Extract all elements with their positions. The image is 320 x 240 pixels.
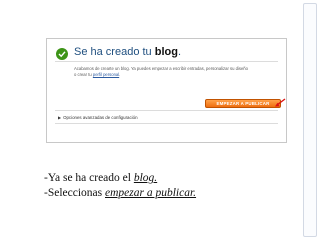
title-suffix: . — [177, 46, 182, 58]
start-publishing-button[interactable]: EMPEZAR A PUBLICAR — [205, 99, 281, 108]
title-prefix: Se ha creado tu — [74, 46, 155, 58]
check-icon — [56, 48, 68, 60]
profile-link[interactable]: perfil personal — [93, 72, 119, 77]
caption-1-text: -Ya se ha creado el — [44, 172, 134, 184]
description-prefix: o crear tu — [74, 71, 93, 77]
description-text: Acabamos de crearte un blog. Ya puedes e… — [74, 66, 274, 77]
caption-line-1: -Ya se ha creado el blog. — [44, 172, 157, 184]
caption-1-emphasis: blog. — [133, 172, 158, 184]
red-arrow-icon — [275, 98, 286, 107]
divider — [55, 110, 278, 111]
caption-line-2: -Seleccionas empezar a publicar. — [44, 187, 196, 199]
divider — [55, 61, 278, 62]
advanced-options-link[interactable]: ▶ Opciones avanzadas de configuración — [58, 115, 138, 120]
page-title: Se ha creado tu blog. — [74, 46, 181, 58]
advanced-options-label: Opciones avanzadas de configuración — [63, 115, 138, 120]
caption-2-text: -Seleccionas — [44, 187, 105, 199]
title-bold: blog — [154, 46, 178, 58]
description-suffix: . — [119, 71, 121, 77]
triangle-right-icon: ▶ — [58, 115, 62, 120]
divider — [55, 123, 278, 124]
description-line-2: o crear tu perfil personal. — [74, 72, 274, 78]
caption-2-emphasis: empezar a publicar. — [105, 187, 197, 199]
blogger-screenshot: Se ha creado tu blog. Acabamos de creart… — [46, 38, 287, 143]
slide-frame-decoration — [303, 3, 317, 237]
